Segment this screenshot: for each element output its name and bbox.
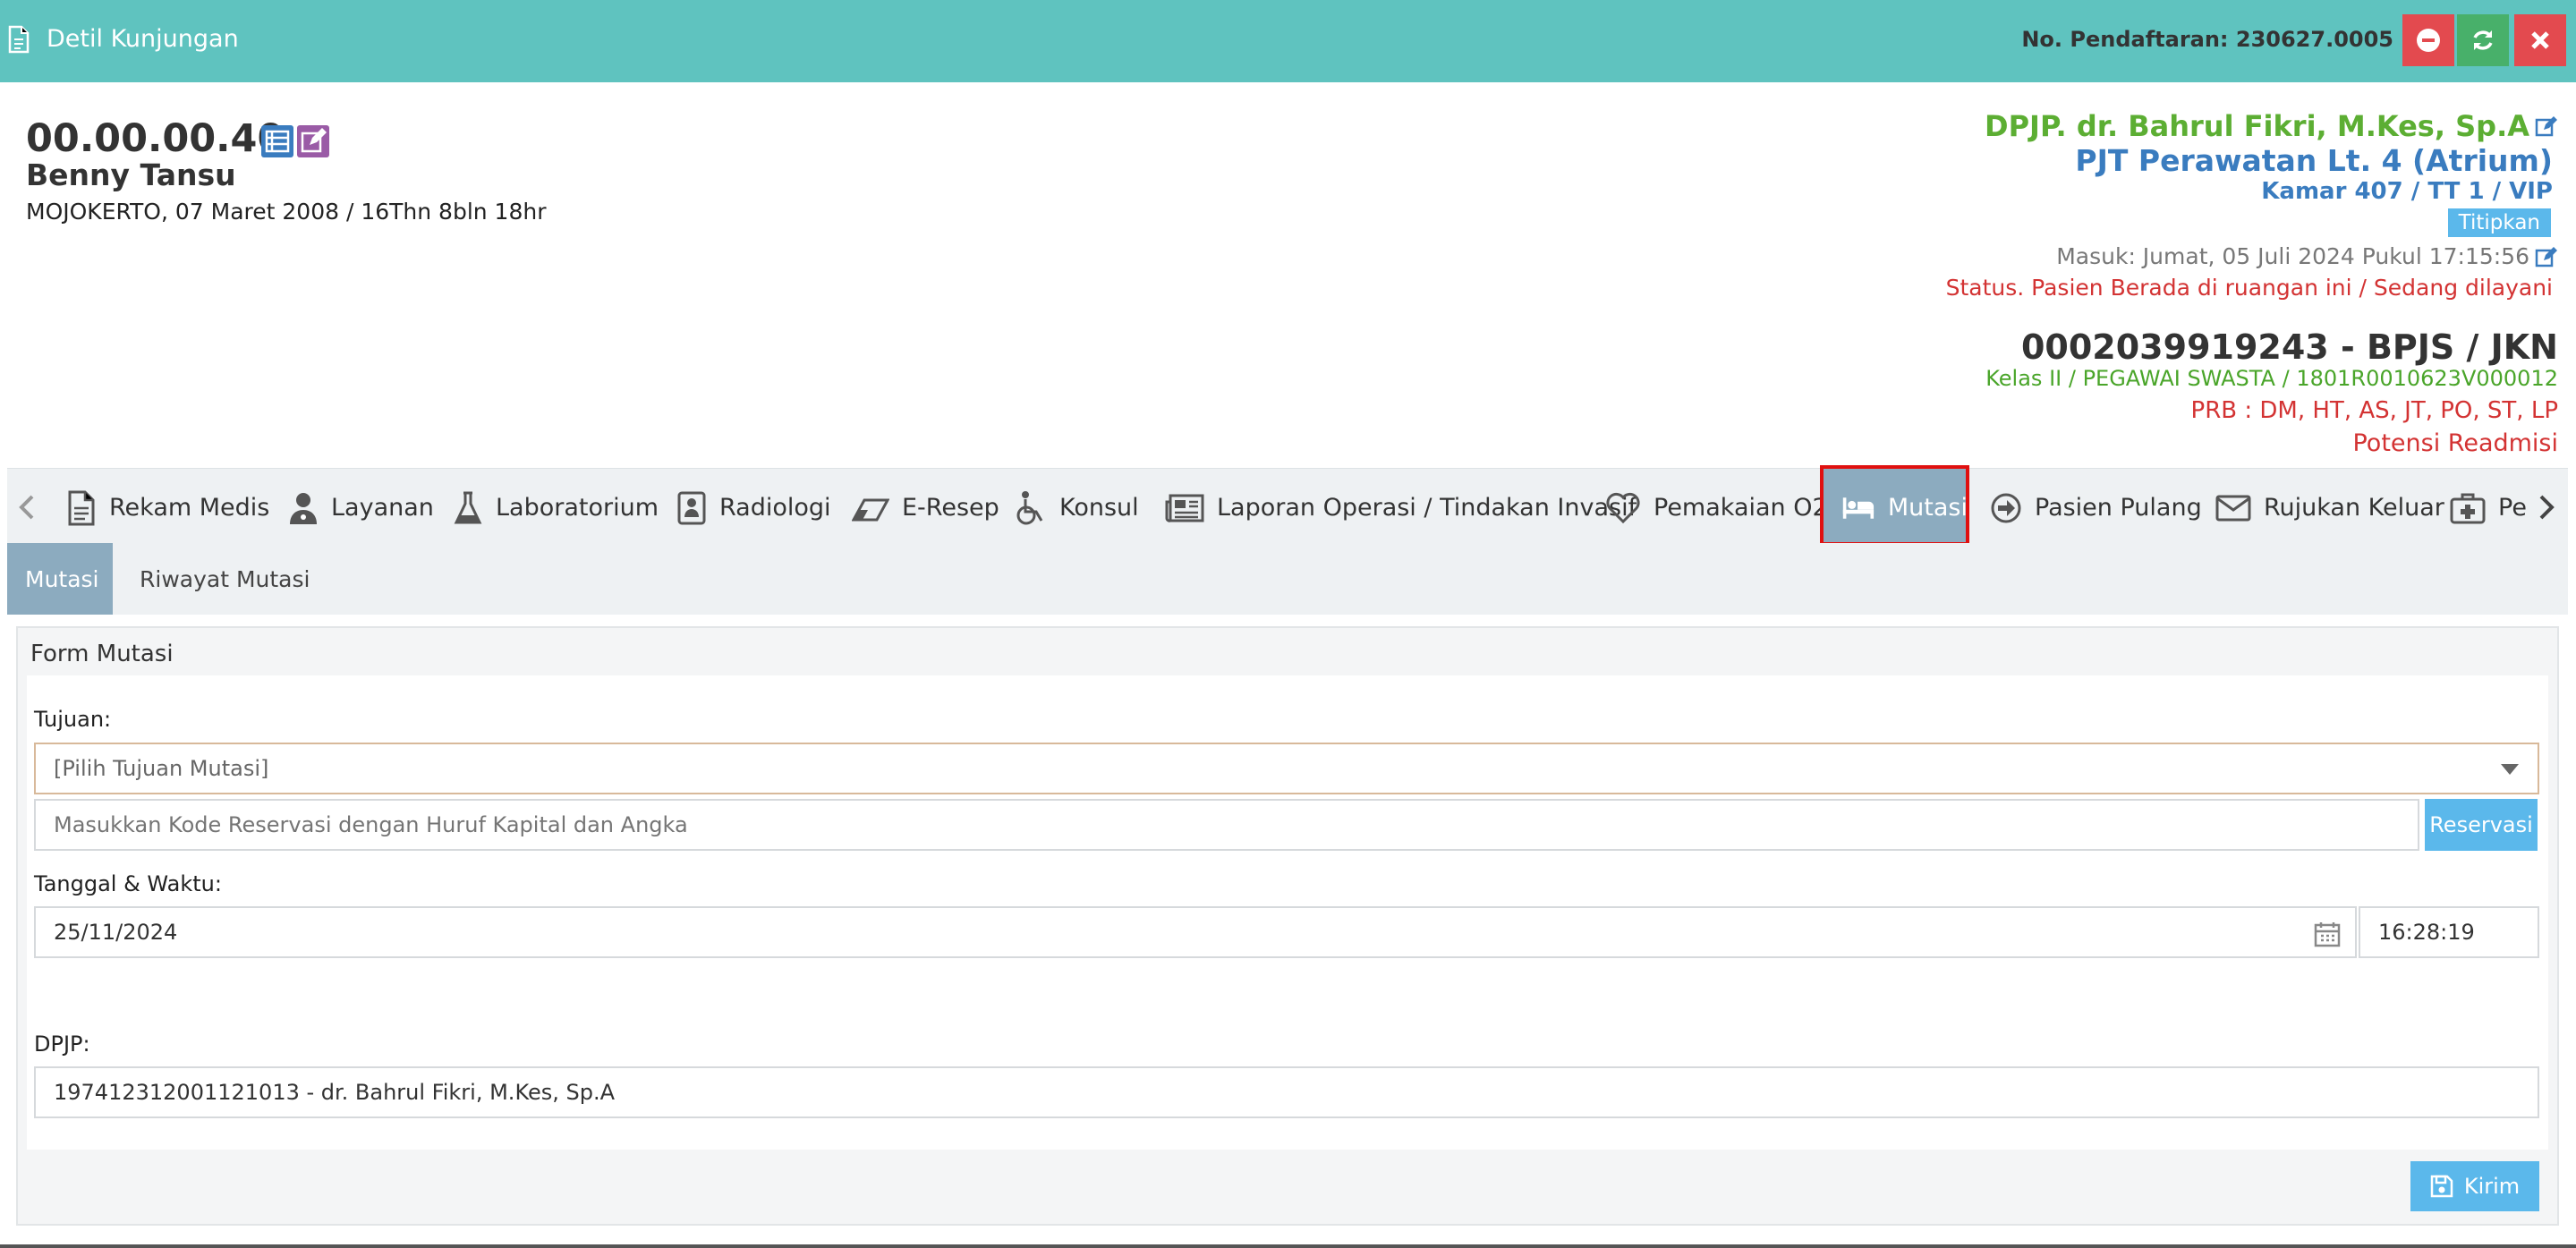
user-md-icon xyxy=(290,492,317,524)
tab-bar: Rekam Medis Layanan Laboratorium Radiolo… xyxy=(7,468,2568,547)
envelope-icon xyxy=(2215,495,2251,521)
save-icon xyxy=(2430,1175,2453,1198)
tab-laporan-operasi[interactable]: Laporan Operasi / Tindakan Invasif xyxy=(1165,469,1637,547)
tab-label: E-Resep xyxy=(902,494,999,522)
xray-icon xyxy=(677,491,706,524)
close-button[interactable] xyxy=(2514,14,2566,66)
page-title: Detil Kunjungan xyxy=(47,25,239,53)
medkit-icon xyxy=(2450,493,2486,523)
tab-pemakaian-o2[interactable]: Pemakaian O2 xyxy=(1605,469,1828,547)
insurance-class: Kelas II / PEGAWAI SWASTA / 1801R0010623… xyxy=(1985,366,2558,391)
subtab-riwayat-mutasi[interactable]: Riwayat Mutasi xyxy=(122,543,327,615)
refresh-icon xyxy=(2473,30,2493,50)
tab-label: Rujukan Keluar xyxy=(2264,494,2444,522)
datetime-label: Tanggal & Waktu: xyxy=(34,871,222,896)
date-value: 25/11/2024 xyxy=(54,920,178,945)
chevron-right-icon xyxy=(2539,495,2555,520)
reservation-code-input[interactable] xyxy=(34,799,2419,851)
subtab-bar: Mutasi Riwayat Mutasi xyxy=(7,543,2568,615)
tab-rujukan-keluar[interactable]: Rujukan Keluar xyxy=(2215,469,2444,547)
patient-birth: MOJOKERTO, 07 Maret 2008 / 16Thn 8bln 18… xyxy=(26,199,547,225)
tab-rekam-medis[interactable]: Rekam Medis xyxy=(66,469,269,547)
date-input[interactable]: 25/11/2024 xyxy=(34,906,2357,958)
time-value: 16:28:19 xyxy=(2378,920,2475,945)
edit-admission-icon[interactable] xyxy=(2535,245,2558,268)
tujuan-select[interactable]: [Pilih Tujuan Mutasi] xyxy=(34,743,2539,794)
tujuan-select-value: [Pilih Tujuan Mutasi] xyxy=(54,756,269,781)
patient-name: Benny Tansu xyxy=(26,157,236,192)
tab-laboratorium[interactable]: Laboratorium xyxy=(453,469,659,547)
dpjp-field[interactable]: 197412312001121013 - dr. Bahrul Fikri, M… xyxy=(34,1066,2539,1118)
tab-label: Laporan Operasi / Tindakan Invasif xyxy=(1217,494,1637,522)
dpjp-value: 197412312001121013 - dr. Bahrul Fikri, M… xyxy=(54,1080,616,1105)
reservasi-button[interactable]: Reservasi xyxy=(2425,799,2538,851)
tab-e-resep[interactable]: E-Resep xyxy=(852,469,999,547)
dpjp-label: DPJP: xyxy=(34,1032,90,1057)
flask-icon xyxy=(454,491,482,523)
arrow-circle-icon xyxy=(1991,493,2021,522)
document-icon xyxy=(7,25,30,57)
tab-pasien-pulang[interactable]: Pasien Pulang xyxy=(1990,469,2202,547)
heart-icon xyxy=(1606,492,1640,523)
registration-number: No. Pendaftaran: 230627.0005 xyxy=(2021,27,2393,52)
list-icon[interactable] xyxy=(261,125,293,157)
minus-circle-icon xyxy=(2417,29,2440,52)
close-icon xyxy=(2531,31,2549,49)
tab-overflow[interactable]: Pe xyxy=(2450,469,2527,547)
ward-name: PJT Perawatan Lt. 4 (Atrium) xyxy=(2075,143,2553,178)
kirim-label: Kirim xyxy=(2463,1174,2521,1199)
header-bar: Detil Kunjungan No. Pendaftaran: 230627.… xyxy=(0,0,2576,82)
caret-down-icon xyxy=(2501,764,2519,775)
active-tab-highlight xyxy=(1820,465,1969,546)
form-footer xyxy=(27,1150,2548,1221)
patient-status: Status. Pasien Berada di ruangan ini / S… xyxy=(1945,275,2553,301)
eraser-icon xyxy=(852,498,889,521)
readmission-warning: Potensi Readmisi xyxy=(2352,429,2558,457)
tujuan-label: Tujuan: xyxy=(34,707,112,732)
wheelchair-icon xyxy=(1016,490,1043,524)
file-icon xyxy=(68,490,95,525)
prb-info: PRB : DM, HT, AS, JT, PO, ST, LP xyxy=(2190,397,2558,424)
tab-konsul[interactable]: Konsul xyxy=(1015,469,1139,547)
tab-label: Rekam Medis xyxy=(109,494,270,522)
tab-label: Konsul xyxy=(1059,494,1139,522)
tab-label: Laboratorium xyxy=(496,494,659,522)
kirim-button[interactable]: Kirim xyxy=(2410,1161,2539,1211)
tab-label: Pasien Pulang xyxy=(2035,494,2202,522)
chevron-left-icon[interactable] xyxy=(18,494,36,524)
tab-label: Pe xyxy=(2498,494,2527,522)
admission-time: Masuk: Jumat, 05 Juli 2024 Pukul 17:15:5… xyxy=(2056,243,2529,269)
tab-label: Radiologi xyxy=(719,494,831,522)
tab-scroll-right[interactable] xyxy=(2529,469,2568,547)
room-info: Kamar 407 / TT 1 / VIP xyxy=(2261,178,2553,205)
titipkan-badge: Titipkan xyxy=(2447,208,2551,237)
tab-label: Layanan xyxy=(331,494,434,522)
bottom-border xyxy=(0,1244,2576,1248)
tab-layanan[interactable]: Layanan xyxy=(288,469,434,547)
calendar-icon[interactable] xyxy=(2314,921,2341,947)
minimize-button[interactable] xyxy=(2402,14,2454,66)
time-input[interactable]: 16:28:19 xyxy=(2359,906,2539,958)
refresh-button[interactable] xyxy=(2457,14,2509,66)
tab-label: Pemakaian O2 xyxy=(1654,494,1828,522)
edit-icon[interactable] xyxy=(297,125,329,157)
edit-dpjp-icon[interactable] xyxy=(2535,115,2558,138)
tab-radiologi[interactable]: Radiologi xyxy=(676,469,831,547)
insurance-number: 0002039919243 - BPJS / JKN xyxy=(2020,327,2558,367)
form-title: Form Mutasi xyxy=(30,641,174,667)
subtab-mutasi[interactable]: Mutasi xyxy=(7,543,113,615)
dpjp-name: DPJP. dr. Bahrul Fikri, M.Kes, Sp.A xyxy=(1985,109,2529,143)
newspaper-icon xyxy=(1165,494,1204,522)
patient-id: 00.00.00.40 xyxy=(26,116,285,161)
